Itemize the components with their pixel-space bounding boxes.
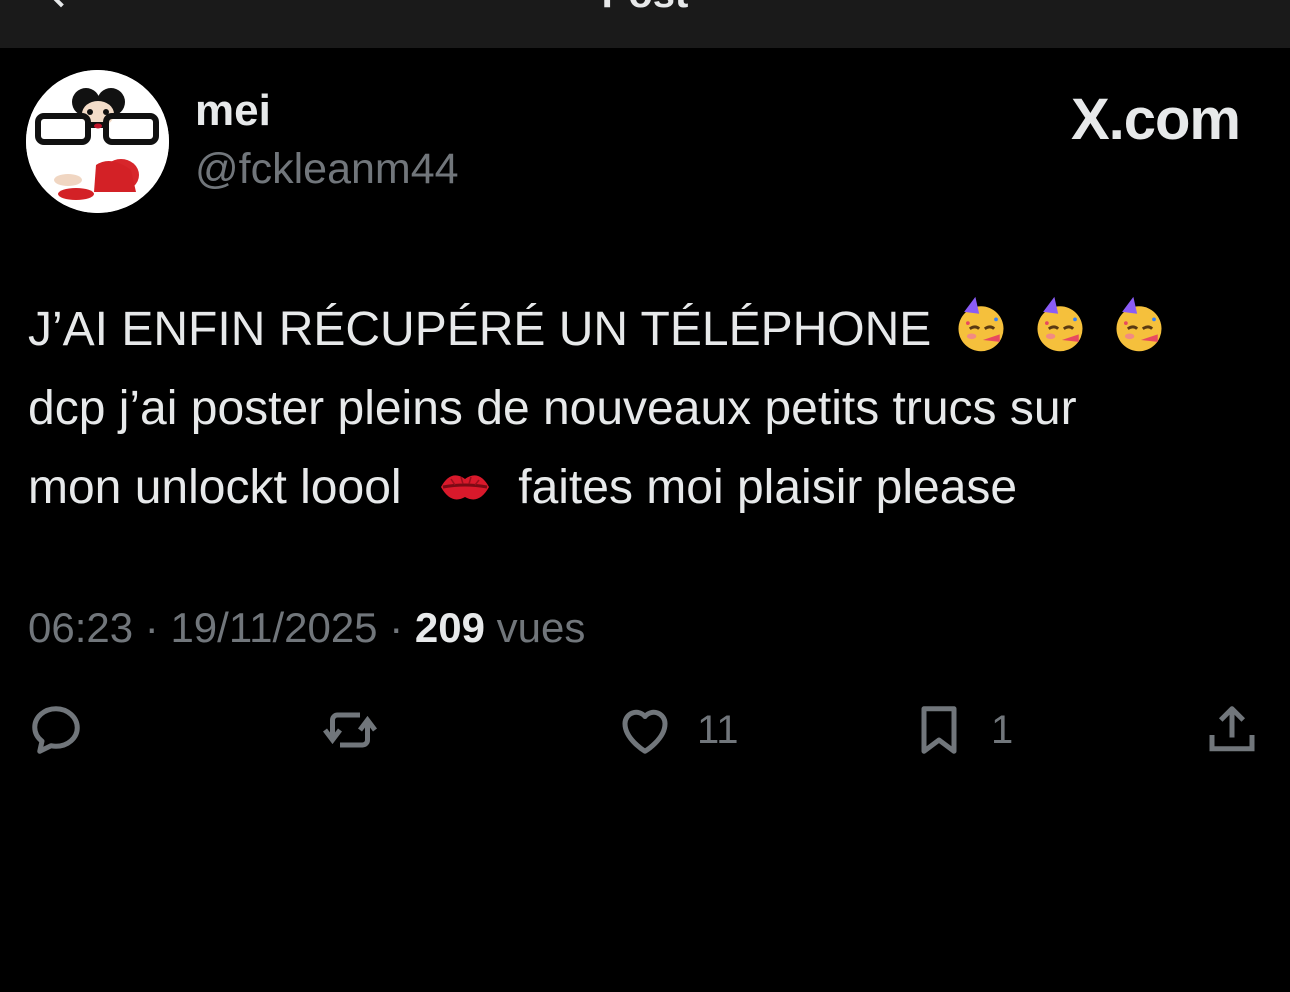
post-text-line-1: J’AI ENFIN RÉCUPÉRÉ UN TÉLÉPHONE: [28, 290, 1258, 369]
views-label: vues: [496, 604, 586, 651]
action-bar: 11 1: [0, 700, 1290, 770]
partying-face-emoji-icon: [1037, 296, 1083, 352]
post-time[interactable]: 06:23: [28, 604, 133, 651]
post-text-line-3: mon unlockt loool faites moi plaisir ple…: [28, 448, 1258, 527]
top-bar: Post: [0, 0, 1290, 48]
author-name[interactable]: mei: [195, 86, 271, 136]
heart-icon: [622, 709, 668, 754]
bookmark-button[interactable]: 1: [909, 700, 1013, 760]
page-title: Post: [0, 0, 1290, 17]
post-text-segment: J’AI ENFIN RÉCUPÉRÉ UN TÉLÉPHONE: [28, 303, 932, 356]
share-button[interactable]: [1202, 700, 1262, 760]
partying-face-emoji-icon: [1116, 296, 1162, 352]
post-text-segment: mon unlockt loool: [28, 461, 402, 514]
brand-watermark: X.com: [1070, 87, 1241, 152]
reply-icon: [32, 706, 80, 754]
repost-button[interactable]: [320, 700, 402, 760]
meta-separator: ·: [389, 604, 404, 651]
like-count: 11: [697, 707, 739, 752]
meta-separator: ·: [144, 604, 159, 651]
avatar[interactable]: [26, 70, 169, 213]
bookmark-icon: [921, 706, 957, 754]
repost-icon: [323, 712, 377, 748]
author-handle[interactable]: @fckleanm44: [195, 145, 459, 194]
like-button[interactable]: 11: [615, 700, 739, 760]
bookmark-count: 1: [991, 707, 1014, 752]
partying-face-emoji-icon: [958, 296, 1004, 352]
kiss-mark-emoji-icon: [440, 475, 489, 500]
share-icon: [1209, 706, 1255, 752]
post-text-segment: faites moi plaisir please: [518, 461, 1018, 514]
avatar-figure-icon: [26, 70, 169, 213]
views-count: 209: [414, 604, 485, 651]
post-text: J’AI ENFIN RÉCUPÉRÉ UN TÉLÉPHONE dcp j’a…: [28, 290, 1258, 527]
post-date[interactable]: 19/11/2025: [170, 604, 377, 651]
reply-button[interactable]: [26, 700, 108, 760]
post-meta: 06:23 · 19/11/2025 · 209 vues: [28, 604, 585, 652]
post-text-line-2: dcp j’ai poster pleins de nouveaux petit…: [28, 382, 1077, 435]
